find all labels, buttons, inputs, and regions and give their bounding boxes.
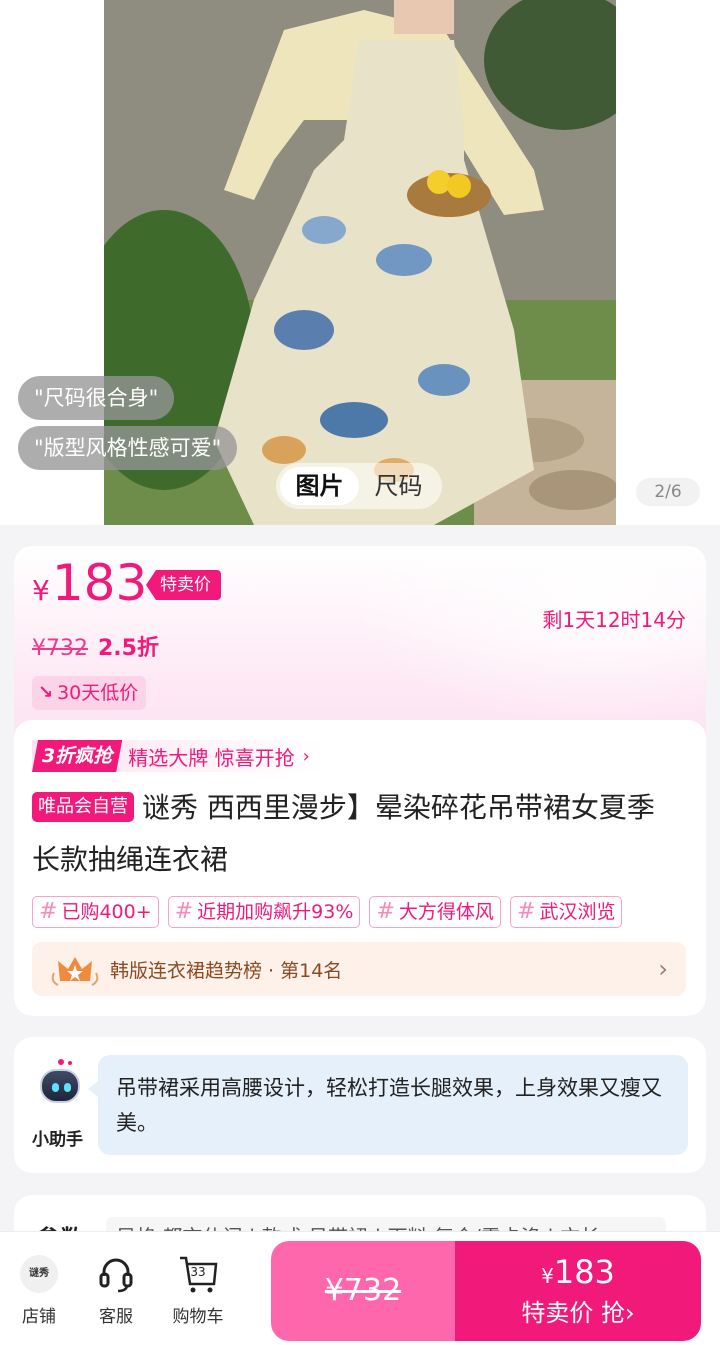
promo-text: 精选大牌 惊喜开抢 xyxy=(128,745,295,770)
shop-logo-icon: 谜秀 xyxy=(20,1255,58,1293)
trend-down-icon: ↘ xyxy=(38,682,54,703)
hashtag[interactable]: # 大方得体风 xyxy=(369,896,501,928)
shop-label: 店铺 xyxy=(22,1307,56,1327)
countdown-timer: 剩1天12时14分 xyxy=(542,608,686,632)
promo-badge: 3折疯抢 xyxy=(32,740,122,772)
special-price-buy-button[interactable]: ¥183 特卖价 抢› xyxy=(455,1241,701,1341)
currency-symbol: ¥ xyxy=(32,574,50,607)
assistant-bot-icon: 小助手 xyxy=(32,1059,86,1150)
customer-service-label: 客服 xyxy=(99,1307,133,1327)
buy-button-group: ¥732 ¥183 特卖价 抢› xyxy=(271,1241,701,1341)
buy-label: 特卖价 抢› xyxy=(521,1299,635,1327)
low-price-text: 30天低价 xyxy=(57,682,139,704)
customer-service-button[interactable]: 客服 xyxy=(81,1254,151,1327)
hashtag[interactable]: # 近期加购飙升93% xyxy=(167,896,361,928)
bot-antenna xyxy=(68,1061,72,1065)
promo-banner[interactable]: 3折疯抢 精选大牌 惊喜开抢 › xyxy=(32,740,322,772)
price-card: ¥ 183 特卖价 剩1天12时14分 ¥732 2.5折 ↘ 30天低价 3折… xyxy=(14,546,706,1016)
ranking-text: 韩版连衣裙趋势榜 · 第14名 xyxy=(110,959,343,982)
hashtag-row: # 已购400+ # 近期加购飙升93% # 大方得体风 # 武汉浏览 xyxy=(32,896,688,928)
bot-eye xyxy=(52,1083,59,1092)
product-info-card: 3折疯抢 精选大牌 惊喜开抢 › 唯品会自营 谜秀 西西里漫步】晕染碎花吊带裙女夏… xyxy=(14,720,706,1016)
original-price: ¥732 xyxy=(32,636,88,661)
hash-icon: # xyxy=(376,899,395,924)
cart-icon: 33 xyxy=(163,1254,233,1294)
buy-original-price: ¥732 xyxy=(324,1273,402,1308)
hashtag[interactable]: # 已购400+ xyxy=(32,896,159,928)
hash-icon: # xyxy=(39,899,58,924)
product-title: 唯品会自营 谜秀 西西里漫步】晕染碎花吊带裙女夏季长款抽绳连衣裙 xyxy=(32,782,682,886)
cart-label: 购物车 xyxy=(172,1307,224,1327)
hash-icon: # xyxy=(174,899,194,924)
chevron-right-icon: › xyxy=(658,955,668,983)
image-pager: 2/6 xyxy=(636,478,700,506)
headset-icon xyxy=(81,1254,151,1294)
review-chip[interactable]: "尺码很合身" xyxy=(18,376,175,420)
crown-icon xyxy=(48,951,102,987)
assistant-message: 吊带裙采用高腰设计，轻松打造长腿效果，上身效果又瘦又美。 xyxy=(88,1055,688,1155)
hashtag[interactable]: # 武汉浏览 xyxy=(510,896,623,928)
price-glow xyxy=(346,546,706,726)
product-image-gallery[interactable]: "尺码很合身" "版型风格性感可爱" 图片 尺码 2/6 xyxy=(0,0,720,525)
trend-ranking-bar[interactable]: 韩版连衣裙趋势榜 · 第14名 › xyxy=(32,942,686,996)
hash-icon: # xyxy=(517,899,536,924)
review-chip[interactable]: "版型风格性感可爱" xyxy=(18,426,238,470)
bot-antenna xyxy=(58,1059,64,1065)
current-price: ¥ 183 xyxy=(32,554,147,612)
low-price-badge: ↘ 30天低价 xyxy=(32,676,147,710)
shop-button[interactable]: 谜秀 店铺 xyxy=(4,1254,74,1327)
bottom-action-bar: 谜秀 店铺 客服 33 购物车 ¥732 ¥183 特卖价 抢› xyxy=(0,1231,720,1345)
vip-self-operated-tag: 唯品会自营 xyxy=(32,792,134,822)
price-value: 183 xyxy=(51,554,148,612)
chevron-right-icon: › xyxy=(302,745,310,767)
cart-button[interactable]: 33 购物车 xyxy=(163,1254,233,1327)
bot-eye xyxy=(64,1083,71,1092)
special-price-tag: 特卖价 xyxy=(146,570,221,600)
tab-size[interactable]: 尺码 xyxy=(359,467,438,505)
product-page: "尺码很合身" "版型风格性感可爱" 图片 尺码 2/6 ¥ 183 特卖价 剩… xyxy=(0,0,720,1345)
original-price-buy-button[interactable]: ¥732 xyxy=(271,1241,455,1341)
discount-label: 2.5折 xyxy=(98,636,159,661)
assistant-label: 小助手 xyxy=(32,1130,83,1150)
tab-images[interactable]: 图片 xyxy=(280,467,359,505)
assistant-card[interactable]: 小助手 吊带裙采用高腰设计，轻松打造长腿效果，上身效果又瘦又美。 xyxy=(14,1037,706,1173)
original-price-row: ¥732 2.5折 xyxy=(32,630,159,662)
buy-price: ¥183 xyxy=(541,1253,615,1291)
cart-count: 33 xyxy=(190,1265,206,1279)
bot-head xyxy=(40,1069,80,1103)
image-tab-switcher: 图片 尺码 xyxy=(276,463,442,509)
